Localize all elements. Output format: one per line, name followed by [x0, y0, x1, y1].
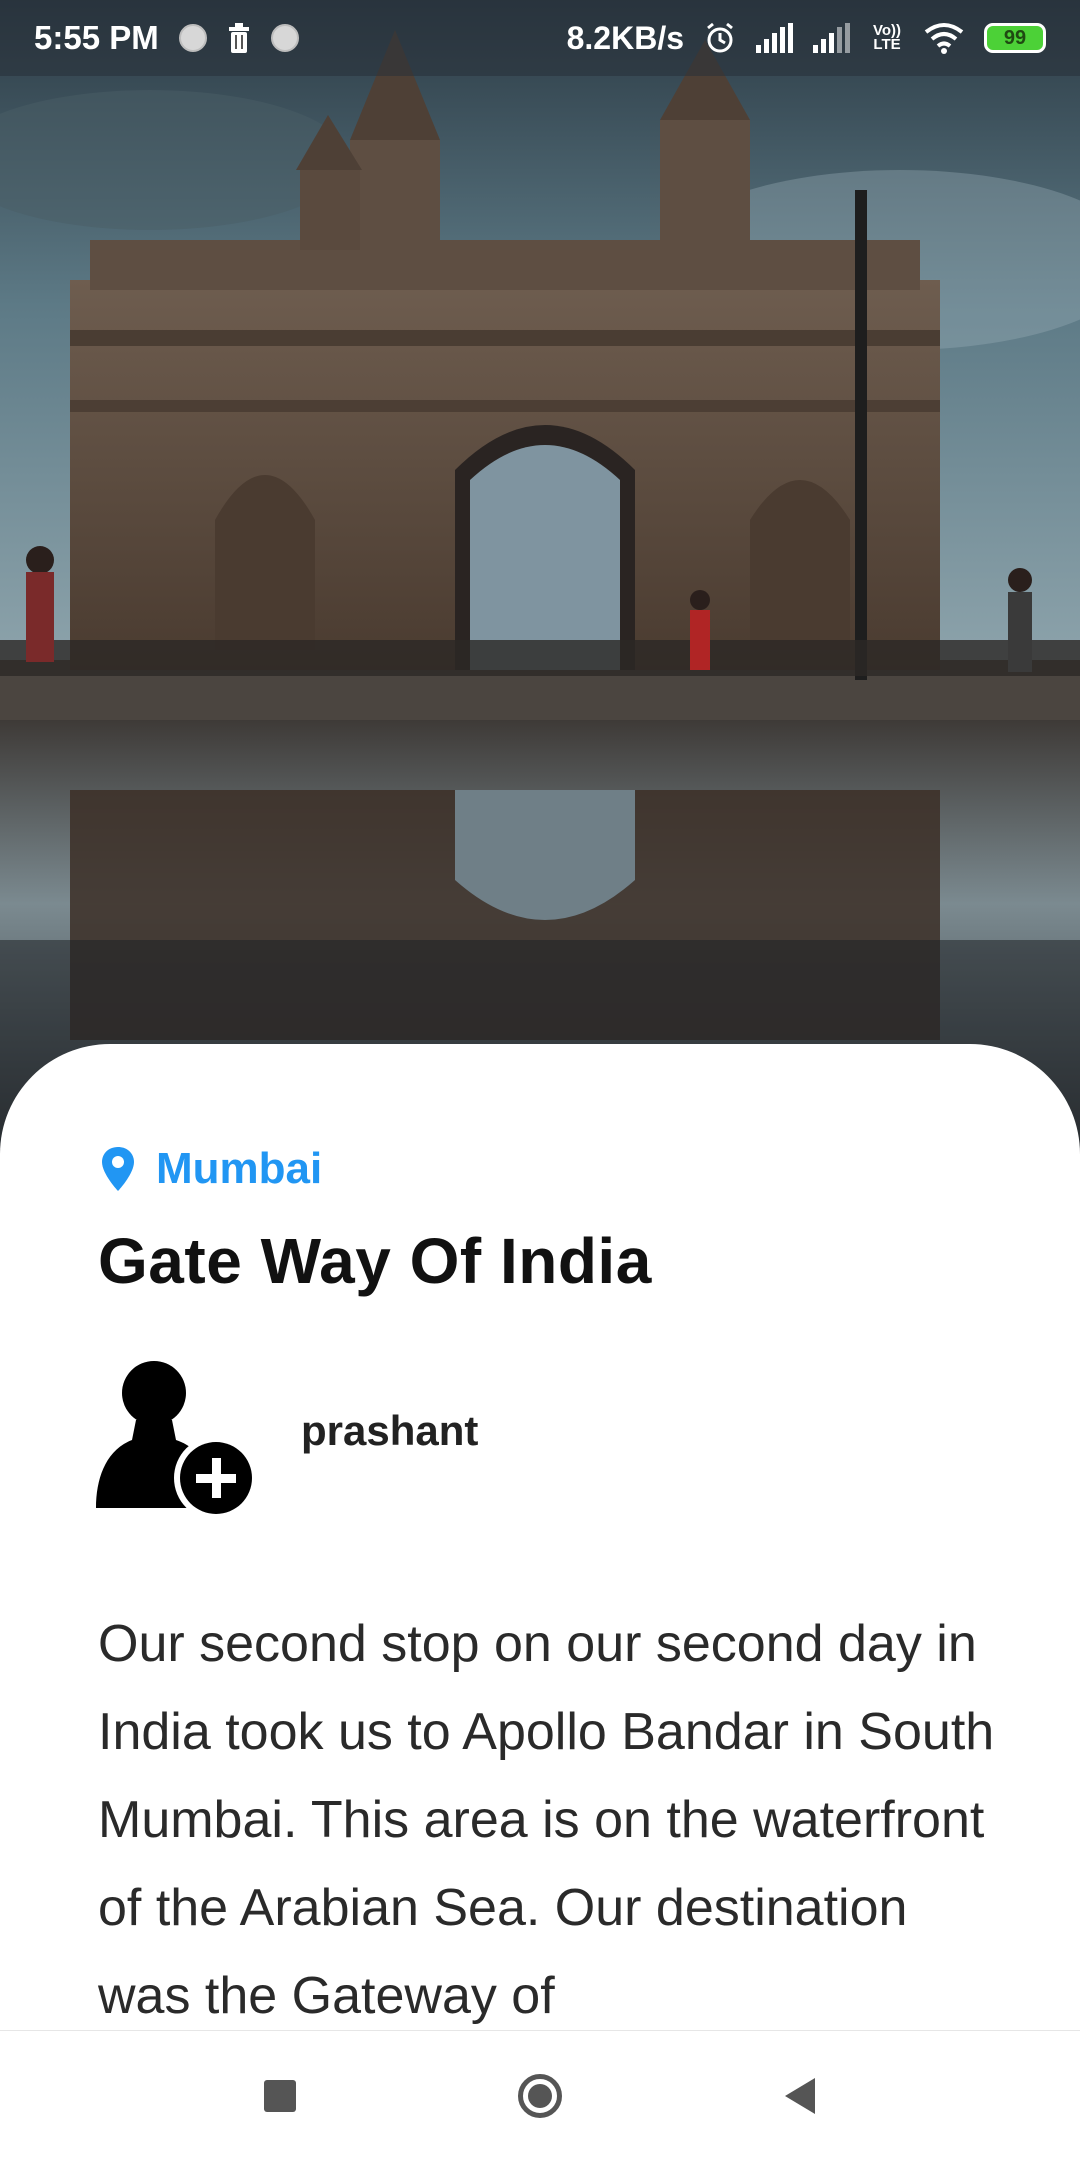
signal-icon	[813, 23, 850, 53]
wifi-icon	[924, 23, 964, 54]
alarm-icon	[707, 22, 733, 53]
place-title: Gate Way Of India	[98, 1225, 652, 1297]
network-speed: 8.2KB/s	[566, 19, 684, 56]
home-button[interactable]	[510, 2066, 570, 2126]
author-name: prashant	[301, 1406, 479, 1454]
notification-dot-icon	[270, 24, 299, 52]
notification-dot-icon	[178, 24, 207, 52]
recents-button[interactable]	[250, 2066, 310, 2126]
status-right: 8.2KB/s Vo)) LTE 99	[567, 20, 1046, 57]
location-pin-icon	[102, 1147, 134, 1191]
back-triangle-icon	[785, 2078, 815, 2114]
author-row[interactable]: prashant	[96, 1358, 478, 1523]
location-row: Mumbai	[100, 1144, 322, 1194]
status-left: 5:55 PM	[34, 19, 299, 57]
add-user-icon[interactable]	[96, 1358, 261, 1523]
signal-icon	[756, 23, 793, 53]
detail-card: Mumbai Gate Way Of India prashant Our se…	[0, 1044, 1080, 2160]
status-time: 5:55 PM	[34, 19, 159, 56]
trash-icon	[228, 23, 249, 53]
circle-icon	[518, 2074, 562, 2118]
gateway-of-india-photo	[0, 0, 1080, 1180]
location-label[interactable]: Mumbai	[156, 1144, 322, 1194]
battery-icon: 99	[984, 23, 1046, 53]
description-text: Our second stop on our second day in Ind…	[98, 1615, 995, 2025]
square-icon	[264, 2080, 296, 2112]
status-bar: 5:55 PM 8.2KB/s Vo)) LTE 99	[0, 0, 1080, 76]
battery-level: 99	[1003, 26, 1027, 49]
navigation-bar	[0, 2030, 1080, 2160]
back-button[interactable]	[770, 2066, 830, 2126]
volte-icon: Vo)) LTE	[872, 22, 902, 53]
hero-image	[0, 0, 1080, 1180]
screen: 5:55 PM 8.2KB/s Vo)) LTE 99 Mumbai Gate …	[0, 0, 1080, 2160]
